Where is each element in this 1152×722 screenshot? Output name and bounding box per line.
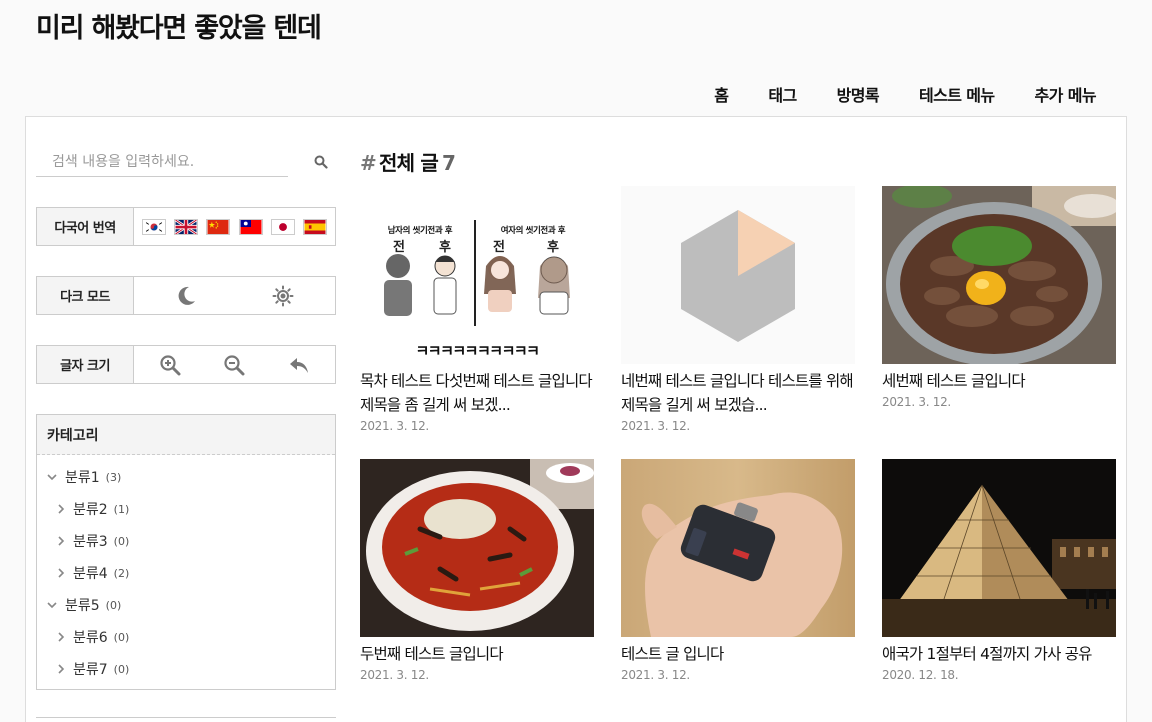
site-title[interactable]: 미리 해봤다면 좋았을 텐데 [36,6,322,45]
post-title[interactable]: 애국가 1절부터 4절까지 가사 공유 [882,642,1116,666]
search-input[interactable] [36,147,288,177]
hash-icon: # [360,151,377,175]
post-date: 2021. 3. 12. [882,395,951,409]
category-label: 분류5 [65,598,100,614]
post-thumbnail[interactable]: 남자의 씻기전과 후 여자의 씻기전과 후 전 후 전 후 ㅋㅋㅋㅋㅋㅋㅋㅋㅋㅋ [360,186,594,364]
category-item-5[interactable]: 분류5 (0) [47,595,121,615]
post-date: 2021. 3. 12. [621,668,690,682]
post-date: 2021. 3. 12. [621,419,690,433]
page-heading: # 전체 글7 [360,147,456,176]
category-label: 분류4 [73,566,108,582]
category-item-4[interactable]: 분류4 (2) [57,563,129,583]
search-icon[interactable] [314,155,328,169]
reset-icon[interactable] [285,351,313,379]
category-label: 분류7 [73,662,108,678]
post-title[interactable]: 테스트 글 입니다 [621,642,855,666]
category-label: 분류3 [73,534,108,550]
post-thumbnail[interactable] [882,459,1116,637]
next-sidebar-panel [36,717,336,722]
main-container: 다국어 번역 [25,116,1127,722]
post-thumbnail[interactable] [621,186,855,364]
fontsize-label: 글자 크기 [37,346,134,383]
post-thumbnail[interactable] [621,459,855,637]
chevron-right-icon [58,504,65,514]
chevron-right-icon [58,568,65,578]
darkmode-label: 다크 모드 [37,277,134,314]
placeholder-hexagon-icon [621,186,855,364]
nav-extra-menu[interactable]: 추가 메뉴 [1035,82,1097,106]
search-bar [36,147,331,177]
zoom-in-icon[interactable] [156,351,184,379]
post-card[interactable]: 테스트 글 입니다 2021. 3. 12. [621,459,855,682]
category-count: (0) [113,534,130,548]
post-count: 7 [441,151,456,175]
chevron-down-icon [47,602,57,609]
post-thumbnail[interactable] [360,459,594,637]
chevron-down-icon [47,474,57,481]
comic-text-left: 남자의 씻기전과 후 [387,226,453,236]
china-flag-icon[interactable] [206,218,231,235]
post-card[interactable]: 애국가 1절부터 4절까지 가사 공유 2020. 12. 18. [882,459,1116,682]
category-item-7[interactable]: 분류7 (0) [57,659,129,679]
sun-icon[interactable] [269,282,297,310]
category-count: (1) [113,502,130,516]
post-card[interactable]: 두번째 테스트 글입니다 2021. 3. 12. [360,459,594,682]
chevron-right-icon [58,632,65,642]
nav-tags[interactable]: 태그 [768,82,797,106]
darkmode-panel: 다크 모드 [36,276,336,315]
nav-guestbook[interactable]: 방명록 [837,82,880,106]
category-title: 카테고리 [37,415,335,455]
post-title[interactable]: 네번째 테스트 글입니다 테스트를 위해 제목을 길게 써 보겠습... [621,369,855,417]
comic-after-left: 후 [439,240,451,255]
category-item-3[interactable]: 분류3 (0) [57,531,129,551]
comic-caption: ㅋㅋㅋㅋㅋㅋㅋㅋㅋㅋ [415,342,540,360]
comic-before-left: 전 [393,240,405,255]
post-date: 2020. 12. 18. [882,668,959,682]
zoom-out-icon[interactable] [220,351,248,379]
category-label: 분류6 [73,630,108,646]
spain-flag-icon[interactable] [302,218,327,235]
category-count: (2) [113,566,130,580]
category-label: 분류1 [65,470,100,486]
post-title[interactable]: 목차 테스트 다섯번째 테스트 글입니다 제목을 좀 길게 써 보겠... [360,369,594,417]
nav-test-menu[interactable]: 테스트 메뉴 [919,82,995,106]
post-thumbnail[interactable] [882,186,1116,364]
category-label: 분류2 [73,502,108,518]
post-card[interactable]: 남자의 씻기전과 후 여자의 씻기전과 후 전 후 전 후 ㅋㅋㅋㅋㅋㅋㅋㅋㅋㅋ… [360,186,594,433]
comic-before-right: 전 [493,240,505,255]
comic-text-right: 여자의 씻기전과 후 [500,226,566,236]
category-count: (0) [113,662,130,676]
category-count: (3) [105,470,122,484]
japan-flag-icon[interactable] [270,218,295,235]
category-item-6[interactable]: 분류6 (0) [57,627,129,647]
chevron-right-icon [58,664,65,674]
post-card[interactable]: 네번째 테스트 글입니다 테스트를 위해 제목을 길게 써 보겠습... 202… [621,186,855,433]
comic-after-right: 후 [547,240,559,255]
category-count: (0) [105,598,122,612]
post-date: 2021. 3. 12. [360,419,429,433]
nav-home[interactable]: 홈 [714,82,729,106]
heading-text: 전체 글 [378,151,439,175]
translate-panel: 다국어 번역 [36,207,336,246]
post-card[interactable]: 세번째 테스트 글입니다 2021. 3. 12. [882,186,1116,409]
moon-icon[interactable] [172,282,200,310]
taiwan-flag-icon[interactable] [238,218,263,235]
uk-flag-icon[interactable] [174,218,199,235]
korea-flag-icon[interactable] [142,218,167,235]
chevron-right-icon [58,536,65,546]
post-title[interactable]: 세번째 테스트 글입니다 [882,369,1116,393]
category-item-2[interactable]: 분류2 (1) [57,499,129,519]
category-item-1[interactable]: 분류1 (3) [47,467,121,487]
post-date: 2021. 3. 12. [360,668,429,682]
translate-label: 다국어 번역 [37,208,134,245]
category-count: (0) [113,630,130,644]
fontsize-panel: 글자 크기 [36,345,336,384]
category-panel: 카테고리 분류1 (3) 분류2 (1) 분류3 (0) 분류4 (2) 분류5… [36,414,336,690]
main-nav: 홈 태그 방명록 테스트 메뉴 추가 메뉴 [714,82,1096,106]
post-title[interactable]: 두번째 테스트 글입니다 [360,642,594,666]
